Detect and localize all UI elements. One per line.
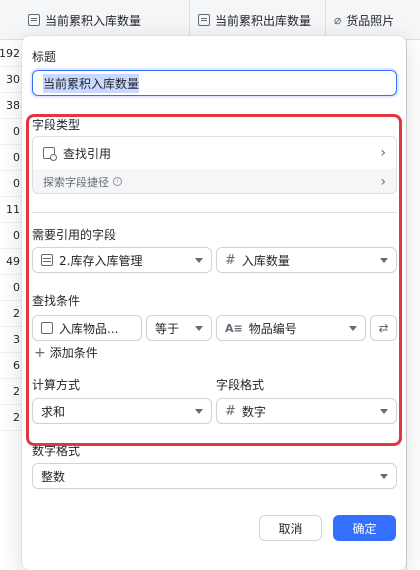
condition-field-select[interactable]: 入库物品... [32,315,142,341]
calc-select[interactable]: 求和 [32,398,212,424]
column-header-inbound[interactable]: 当前累积入库数量 [20,0,190,40]
calc-label: 计算方式 [32,378,81,392]
column-header-outbound[interactable]: 当前累积出库数量 [190,0,326,40]
table-cell-value[interactable]: 38 [0,92,20,118]
field-type-select[interactable]: 查找引用 › [33,137,396,169]
column-header-label: 当前累积入库数量 [45,13,142,28]
condition-label: 查找条件 [32,294,81,308]
confirm-button[interactable]: 确定 [333,515,396,541]
swap-button[interactable]: ⇄ [370,315,397,341]
ref-table-value: 2.库存入库管理 [59,253,143,268]
table-cell-value[interactable]: 0 [0,118,20,144]
add-condition-button[interactable]: + 添加条件 [34,344,98,361]
lookup-icon [43,147,57,161]
table-icon [41,254,53,266]
table-cell-value[interactable]: 2 [0,404,20,430]
title-label: 标题 [32,50,57,64]
column-header-label: 货品照片 [346,13,395,28]
condition-target-select[interactable]: A≡ 物品编号 [216,315,366,341]
format-value: 数字 [241,404,266,419]
ref-field-label: 需要引用的字段 [32,228,117,242]
condition-target-value: 物品编号 [248,321,297,336]
table-cell-value[interactable]: 49 [0,248,20,274]
table-cell-value[interactable]: 2 [0,300,20,326]
column-header-label: 当前累积出库数量 [215,13,312,28]
table-cell-value[interactable]: 11 [0,196,20,222]
swap-icon: ⇄ [378,321,389,335]
text-field-icon: A≡ [225,321,243,335]
explore-shortcut-label: 探索字段捷径 [43,175,109,189]
divider [32,212,397,213]
condition-operator-select[interactable]: 等于 [146,315,212,341]
paperclip-icon: ⌀ [334,13,342,27]
number-format-select[interactable]: 整数 [32,463,397,489]
add-condition-label: 添加条件 [49,346,98,360]
title-input-value: 当前累积入库数量 [43,73,140,93]
ref-field-select[interactable]: # 入库数量 [216,247,397,273]
number-icon: # [225,252,236,268]
table-cell-value[interactable]: 30 [0,66,20,92]
caret-down-icon [195,325,203,331]
formula-icon [198,14,210,26]
table-right-column [406,40,420,570]
table-cell-value[interactable]: 0 [0,222,20,248]
chevron-right-icon: › [380,173,386,190]
field-settings-dialog: 标题 当前累积入库数量 字段类型 查找引用 › 探索字段捷径 i › 需要引用的… [22,36,406,570]
field-type-label: 字段类型 [32,118,81,132]
info-icon: i [113,177,122,186]
ref-field-value: 入库数量 [241,253,290,268]
table-cell-value[interactable]: 6 [0,352,20,378]
column-header-photo[interactable]: ⌀ 货品照片 [326,0,420,40]
formula-icon [28,14,40,26]
table-cell-value[interactable]: 2 [0,378,20,404]
table-header: 当前累积入库数量 当前累积出库数量 ⌀ 货品照片 [0,0,420,40]
title-input[interactable]: 当前累积入库数量 [32,70,397,96]
calc-value: 求和 [41,404,66,419]
caret-down-icon [380,257,388,263]
chevron-right-icon: › [380,145,386,161]
table-cell-value[interactable]: 0 [0,144,20,170]
format-select[interactable]: # 数字 [216,398,397,424]
table-cell-value[interactable]: 192 [0,40,20,66]
condition-operator-value: 等于 [155,321,180,336]
ref-table-select[interactable]: 2.库存入库管理 [32,247,212,273]
caret-down-icon [349,325,357,331]
caret-down-icon [380,473,388,479]
cancel-button[interactable]: 取消 [259,515,322,541]
format-label: 字段格式 [216,378,265,392]
field-type-card: 查找引用 › 探索字段捷径 i › [32,136,397,194]
link-field-icon [41,322,53,334]
table-cell-value[interactable]: 0 [0,274,20,300]
table-cell-value[interactable]: 0 [0,170,20,196]
caret-down-icon [380,408,388,414]
explore-shortcut-row[interactable]: 探索字段捷径 i › [33,169,396,193]
number-format-label: 数字格式 [32,444,81,458]
number-format-value: 整数 [41,469,66,484]
plus-icon: + [34,344,46,361]
condition-field-value: 入库物品... [59,321,119,336]
number-icon: # [225,403,236,419]
table-cell-value[interactable]: 3 [0,326,20,352]
caret-down-icon [195,408,203,414]
field-type-value: 查找引用 [63,146,112,161]
caret-down-icon [195,257,203,263]
